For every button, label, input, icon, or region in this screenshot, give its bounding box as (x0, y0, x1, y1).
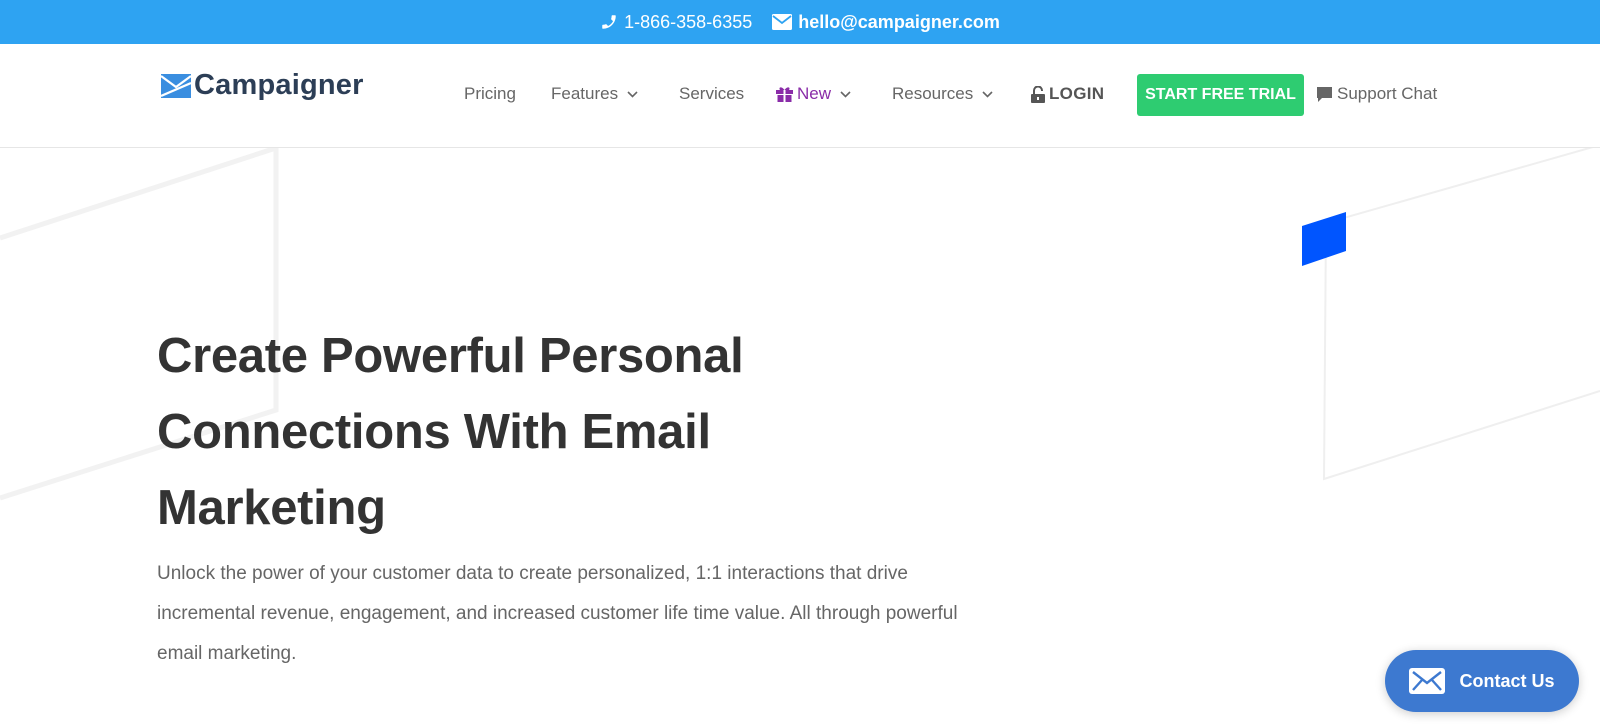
envelope-icon (1409, 668, 1446, 694)
site-header: Campaigner Pricing Features Services New… (0, 44, 1600, 148)
nav-resources-label: Resources (892, 84, 974, 103)
nav-new-label: New (797, 84, 832, 103)
contact-us-label: Contact Us (1459, 670, 1555, 691)
phone-icon (602, 15, 616, 29)
nav-features[interactable]: Features (551, 84, 638, 104)
support-chat-link[interactable]: Support Chat (1316, 84, 1437, 104)
nav-services-label: Services (679, 84, 745, 103)
chevron-down-icon (982, 90, 993, 98)
support-chat-label: Support Chat (1337, 84, 1438, 103)
top-contact-bar: 1-866-358-6355 hello@campaigner.com (0, 0, 1600, 44)
chevron-down-icon (840, 90, 851, 98)
email-link[interactable]: hello@campaigner.com (772, 12, 1000, 33)
contact-us-button[interactable]: Contact Us (1385, 650, 1579, 712)
blue-parallelogram-shape (1302, 212, 1346, 266)
logo-envelope-icon (161, 73, 191, 98)
hero-title-line-2: Connections With Email (157, 405, 711, 459)
hero-title: Create Powerful Personal Connections Wit… (157, 318, 857, 546)
phone-number: 1-866-358-6355 (624, 11, 753, 32)
nav-pricing[interactable]: Pricing (464, 84, 516, 104)
logo-text: Campaigner (194, 69, 364, 101)
start-free-trial-button[interactable]: START FREE TRIAL (1137, 74, 1304, 116)
nav-pricing-label: Pricing (464, 84, 516, 103)
nav-login-label: LOGIN (1049, 84, 1105, 103)
nav-login[interactable]: LOGIN (1031, 84, 1104, 104)
unlock-icon (1031, 85, 1045, 103)
hero-title-line-1: Create Powerful Personal (157, 329, 744, 383)
email-address: hello@campaigner.com (798, 11, 1000, 32)
chat-bubble-icon (1317, 86, 1332, 102)
envelope-icon (772, 14, 793, 30)
nav-services[interactable]: Services (679, 84, 744, 104)
gift-icon (776, 87, 793, 102)
right-outline-shape (1322, 148, 1600, 481)
phone-link[interactable]: 1-866-358-6355 (600, 12, 752, 33)
nav-features-label: Features (551, 84, 619, 103)
hero-title-line-3: Marketing (157, 481, 386, 535)
nav-resources[interactable]: Resources (892, 84, 993, 104)
campaigner-logo[interactable]: Campaigner (161, 69, 364, 102)
hero-description: Unlock the power of your customer data t… (157, 563, 958, 664)
chevron-down-icon (627, 90, 638, 98)
nav-new[interactable]: New (776, 84, 851, 104)
